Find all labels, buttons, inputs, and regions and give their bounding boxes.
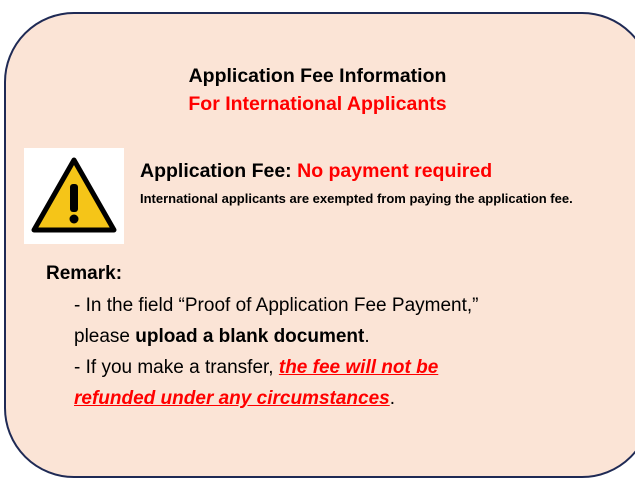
fee-description: International applicants are exempted fr… xyxy=(140,191,573,206)
remark-1-end: . xyxy=(364,326,370,347)
remark-list: - In the field “Proof of Application Fee… xyxy=(74,290,614,414)
remark-2-prefix: - If you make a transfer, xyxy=(74,357,279,378)
warning-triangle-icon xyxy=(24,148,124,244)
remark-2-end: . xyxy=(389,388,395,409)
remark-1-cont: please xyxy=(74,326,136,347)
notice-title: Application Fee Information xyxy=(188,65,447,87)
remark-line-2: please upload a blank document. xyxy=(74,321,614,352)
remark-line-3: - If you make a transfer, the fee will n… xyxy=(74,352,614,383)
refund-warning-b: refunded under any circumstances xyxy=(74,388,390,409)
fee-value: No payment required xyxy=(297,160,493,182)
fee-line: Application Fee: No payment required xyxy=(140,159,492,183)
fee-label: Application Fee: xyxy=(140,160,292,182)
remark-line-1: - In the field “Proof of Application Fee… xyxy=(74,295,479,316)
remark-line-4: refunded under any circumstances. xyxy=(74,383,614,414)
remark-1-bold: upload a blank document xyxy=(135,326,365,347)
notice-subtitle: For International Applicants xyxy=(188,93,447,115)
remark-label: Remark: xyxy=(46,263,123,284)
refund-warning-a: the fee will not be xyxy=(278,357,439,378)
